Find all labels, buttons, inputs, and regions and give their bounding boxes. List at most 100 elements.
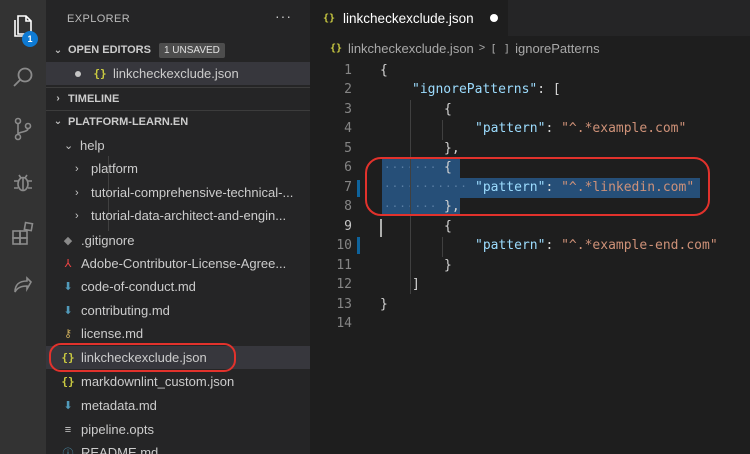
code-line: 4 "pattern": "^.*example.com" — [310, 119, 750, 138]
activity-bar: 1 — [0, 0, 46, 454]
code-line: 3 { — [310, 100, 750, 119]
json-file-icon: {} — [330, 42, 343, 54]
code-line: 14 — [310, 314, 750, 333]
project-header[interactable]: ⌄ PLATFORM-LEARN.EN — [46, 110, 310, 132]
code-text: : — [545, 121, 562, 137]
breadcrumb-file[interactable]: linkcheckexclude.json — [348, 41, 474, 56]
tree-item-contributing[interactable]: ⬇ contributing.md — [46, 299, 310, 322]
editor-tab[interactable]: {} linkcheckexclude.json — [310, 0, 508, 36]
line-number: 14 — [336, 316, 352, 332]
tree-item-readme[interactable]: ⓘ README.md — [46, 441, 310, 454]
tree-item-tutorial-data-architect[interactable]: › tutorial-data-architect-and-engin... — [46, 204, 310, 227]
tree-item-label: Adobe-Contributor-License-Agree... — [81, 256, 287, 271]
tree-item-label: README.md — [81, 445, 159, 454]
markdown-file-icon: ⬇ — [63, 281, 73, 293]
project-label: PLATFORM-LEARN.EN — [68, 115, 189, 128]
code-editor[interactable]: ······· ··········· ······· 1 { 2 "ignor… — [310, 60, 750, 454]
code-text: } — [380, 297, 388, 313]
tree-item-label: tutorial-data-architect-and-engin... — [91, 208, 287, 223]
license-file-icon: ⚷ — [63, 328, 73, 340]
tree-item-pipeline-opts[interactable]: ≡ pipeline.opts — [46, 418, 310, 441]
tree-item-gitignore[interactable]: ◆ .gitignore — [46, 229, 310, 252]
code-text: { — [444, 102, 452, 118]
open-editors-label: OPEN EDITORS — [68, 44, 151, 56]
unsaved-badge: 1 UNSAVED — [158, 42, 225, 58]
code-line: 10 "pattern": "^.*example-end.com" — [310, 236, 750, 255]
line-number: 10 — [336, 238, 352, 254]
tab-title: linkcheckexclude.json — [343, 10, 474, 26]
markdown-file-icon: ⬇ — [63, 400, 73, 412]
code-line: 11 } — [310, 256, 750, 275]
line-number: 3 — [344, 102, 352, 118]
json-string: "^.*example-end.com" — [561, 238, 718, 254]
tree-item-label: platform — [91, 161, 138, 176]
source-control-icon[interactable] — [0, 107, 46, 151]
line-number: 12 — [336, 277, 352, 293]
files-icon[interactable]: 1 — [0, 4, 46, 48]
pdf-file-icon: ⅄ — [64, 258, 72, 270]
tree-item-label: help — [80, 138, 105, 153]
chevron-down-icon: ⌄ — [64, 140, 74, 152]
line-number: 4 — [344, 121, 352, 137]
tree-item-label: .gitignore — [81, 233, 135, 248]
line-number: 7 — [344, 180, 352, 196]
tree-item-label: pipeline.opts — [81, 422, 154, 437]
breadcrumb-symbol[interactable]: ignorePatterns — [515, 41, 600, 56]
tree-item-license[interactable]: ⚷ license.md — [46, 322, 310, 345]
json-file-icon: {} — [61, 375, 75, 388]
extensions-icon[interactable] — [0, 212, 46, 256]
tree-item-label: metadata.md — [81, 398, 157, 413]
chevron-down-icon: ⌄ — [53, 44, 63, 56]
live-share-icon[interactable] — [0, 264, 46, 308]
explorer-badge: 1 — [22, 31, 38, 47]
code-text: }, — [444, 141, 460, 157]
tree-item-label: code-of-conduct.md — [81, 279, 196, 294]
line-number: 8 — [344, 199, 352, 215]
unsaved-dot-icon[interactable] — [75, 70, 81, 77]
open-editors-header[interactable]: ⌄ OPEN EDITORS 1 UNSAVED — [46, 39, 310, 61]
timeline-label: TIMELINE — [68, 92, 120, 105]
tree-item-markdownlint-custom[interactable]: {} markdownlint_custom.json — [46, 370, 310, 393]
unsaved-dot-icon[interactable] — [489, 14, 498, 22]
tree-item-label: contributing.md — [81, 303, 170, 318]
tree-item-help[interactable]: ⌄ help — [46, 134, 310, 157]
open-editor-item[interactable]: {} linkcheckexclude.json — [46, 62, 310, 85]
timeline-header[interactable]: › TIMELINE — [46, 87, 310, 109]
highlight-annotation — [365, 157, 710, 216]
tree-item-label: markdownlint_custom.json — [81, 374, 235, 389]
tab-bar: {} linkcheckexclude.json — [310, 0, 750, 36]
json-file-icon: {} — [323, 12, 336, 24]
code-text: } — [444, 258, 452, 274]
tree-item-code-of-conduct[interactable]: ⬇ code-of-conduct.md — [46, 275, 310, 298]
line-number: 1 — [344, 63, 352, 79]
markdown-file-icon: ⬇ — [63, 305, 73, 317]
code-text: { — [444, 219, 452, 235]
json-file-icon: {} — [93, 67, 107, 80]
code-text: { — [380, 63, 388, 79]
tree-item-platform[interactable]: › platform — [46, 157, 310, 180]
code-line: 12 ] — [310, 275, 750, 294]
breadcrumb: {} linkcheckexclude.json > [ ] ignorePat… — [310, 36, 750, 60]
code-line: 5 }, — [310, 139, 750, 158]
json-string: "^.*example.com" — [561, 121, 687, 137]
tree-item-metadata[interactable]: ⬇ metadata.md — [46, 394, 310, 417]
line-number: 6 — [344, 160, 352, 176]
json-key: "ignorePatterns" — [412, 82, 538, 98]
code-text: ] — [412, 277, 420, 293]
more-actions-button[interactable]: ··· — [275, 8, 292, 24]
debug-icon[interactable] — [0, 160, 46, 204]
chevron-right-icon: > — [478, 42, 486, 54]
tree-item-tutorial-comprehensive[interactable]: › tutorial-comprehensive-technical-... — [46, 181, 310, 204]
info-file-icon: ⓘ — [62, 447, 74, 454]
array-symbol-icon: [ ] — [490, 41, 511, 55]
code-line: 13 } — [310, 295, 750, 314]
line-number: 9 — [344, 219, 352, 235]
search-icon[interactable] — [0, 56, 46, 100]
code-line: 1 { — [310, 61, 750, 80]
json-key: "pattern" — [475, 238, 546, 254]
chevron-down-icon: ⌄ — [53, 116, 63, 127]
tree-item-adobe-license[interactable]: ⅄ Adobe-Contributor-License-Agree... — [46, 252, 310, 275]
line-number: 11 — [336, 258, 352, 274]
code-text: : [ — [537, 82, 561, 98]
line-number: 2 — [344, 82, 352, 98]
